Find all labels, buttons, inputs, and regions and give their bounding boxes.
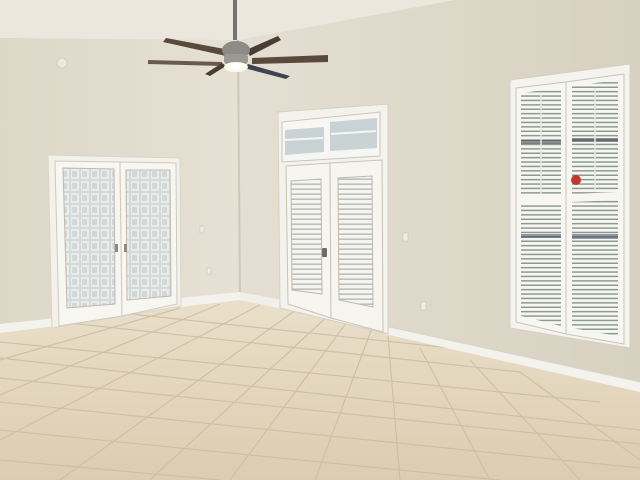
- stop-sign: [571, 175, 581, 185]
- door-handle-icon: [124, 244, 127, 252]
- plantation-shutter-window: [509, 63, 631, 349]
- fan-downrod: [233, 0, 237, 40]
- french-door-right-with-transom: [277, 103, 389, 335]
- light-switch: [199, 225, 205, 234]
- smoke-detector: [56, 57, 68, 69]
- door-handle-icon: [115, 244, 118, 252]
- wall-outlet: [420, 301, 427, 311]
- door-handle-icon: [322, 248, 327, 257]
- room-photo: [0, 0, 640, 480]
- french-doors-left: [47, 154, 182, 329]
- light-switch: [402, 232, 409, 242]
- wall-outlet: [206, 267, 212, 275]
